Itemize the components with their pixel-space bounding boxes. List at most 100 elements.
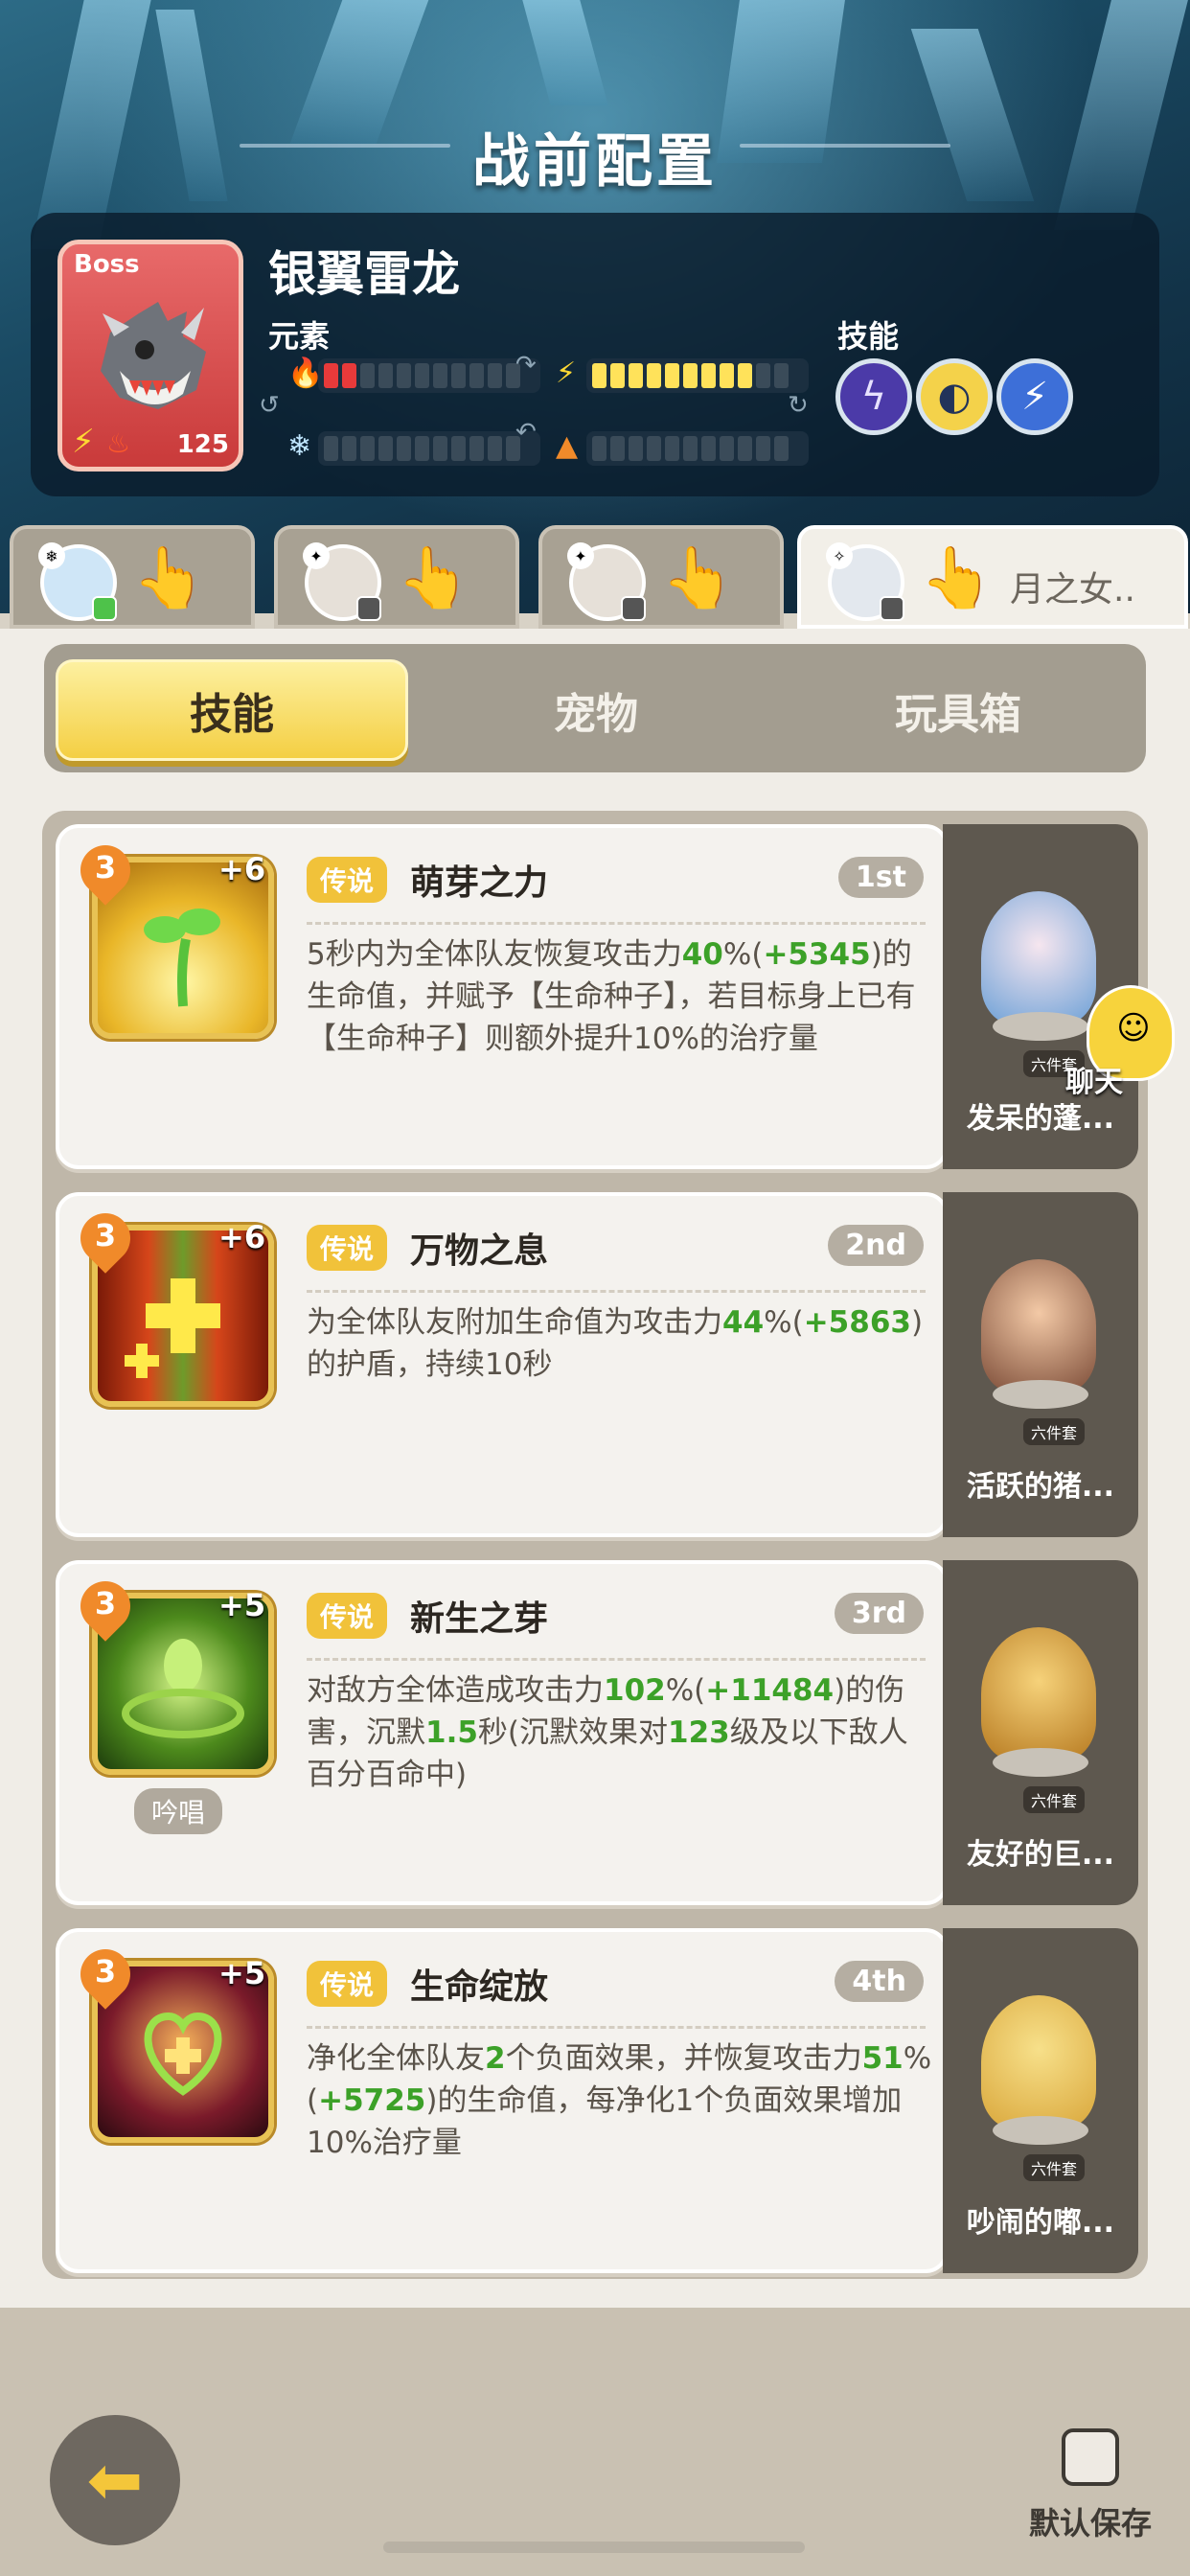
tap-hand-icon: 👆: [132, 542, 207, 612]
skill-description: 5秒内为全体队友恢复攻击力40%(+5345)的生命值，并赋予【生命种子】，若目…: [307, 933, 933, 1060]
divider: [307, 2026, 926, 2029]
element-segment: [378, 436, 393, 461]
element-segment: [342, 363, 356, 388]
fire-icon: ♨: [106, 427, 131, 459]
desc-text: 净化全体队友: [307, 2041, 485, 2076]
bottom-bar: [0, 2308, 1190, 2576]
chant-tag: 吟唱: [134, 1788, 223, 1834]
skill-card[interactable]: 3 +5 吟唱 传说 新生之芽 3rd 对敌方全体造成攻击力102%(+1148…: [56, 1560, 949, 1905]
desc-text: %(: [722, 937, 764, 972]
page-title: 战前配置: [472, 128, 718, 196]
tap-hand-icon: 👆: [397, 542, 471, 612]
element-segment: [433, 436, 447, 461]
lightning-element-bar: [586, 358, 809, 393]
element-segment: [683, 363, 698, 388]
skill-name: 萌芽之力: [410, 863, 549, 903]
robot-costume-icon: [981, 1627, 1096, 1761]
rarity-tag: 传说: [307, 1593, 388, 1639]
snowflake-icon: ❄: [287, 429, 312, 463]
boss-name: 银翼雷龙: [268, 246, 460, 302]
equipment-slot[interactable]: 六件套 活跃的猪...: [943, 1192, 1138, 1537]
pedestal: [993, 1748, 1088, 1777]
element-segment: [738, 363, 752, 388]
back-button[interactable]: ⬅: [50, 2415, 180, 2545]
equipment-slot[interactable]: 六件套 友好的巨...: [943, 1560, 1138, 1905]
rarity-tag: 传说: [307, 1225, 388, 1271]
element-segment: [378, 363, 393, 388]
element-segment: [433, 363, 447, 388]
hero-tab-2[interactable]: ✦ 👆: [274, 525, 519, 629]
earth-icon: ▲: [556, 429, 579, 463]
element-segment: [720, 436, 734, 461]
element-segment: [756, 436, 770, 461]
skill-card[interactable]: 3 +6 传说 萌芽之力 1st 5秒内为全体队友恢复攻击力40%(+5345)…: [56, 824, 949, 1169]
equipment-name: 发呆的蓬...: [966, 1102, 1115, 1136]
default-save-checkbox[interactable]: [1062, 2428, 1119, 2486]
desc-value: 51: [861, 2041, 904, 2076]
rarity-tag: 传说: [307, 857, 388, 903]
element-segment: [610, 363, 625, 388]
desc-value: +5863: [803, 1305, 911, 1340]
element-segment: [610, 436, 625, 461]
home-indicator: [383, 2542, 805, 2553]
element-segment: [701, 363, 716, 388]
cycle-arrow-icon: ↶: [515, 418, 537, 447]
fire-element-icon: ✦: [303, 542, 330, 569]
boss-panel: Boss ⚡ ♨ 125 银翼雷龙 元素 技能 🔥 ⚡ ❄ ▲ ↷ ↶ ↺ ↻ …: [31, 213, 1159, 496]
divider: [307, 1658, 926, 1661]
element-segment: [469, 436, 484, 461]
skill-card[interactable]: 3 +5 传说 生命绽放 4th 净化全体队友2个负面效果，并恢复攻击力51%(…: [56, 1928, 949, 2273]
slot-badge-icon: [356, 596, 381, 621]
skill-list: 3 +6 传说 萌芽之力 1st 5秒内为全体队友恢复攻击力40%(+5345)…: [42, 811, 1148, 2279]
hero-name: 月之女..: [1010, 570, 1135, 610]
storm-skill-icon[interactable]: ϟ: [835, 358, 912, 435]
equipment-name: 吵闹的嘟...: [966, 2206, 1115, 2240]
hero-avatar: ✦: [303, 542, 381, 621]
hero-tab-1[interactable]: ❄ 👆: [10, 525, 255, 629]
element-segment: [397, 363, 411, 388]
boss-card[interactable]: Boss ⚡ ♨ 125: [57, 240, 243, 472]
equipment-slot[interactable]: 六件套 吵闹的嘟...: [943, 1928, 1138, 2273]
desc-value: +5345: [763, 937, 871, 972]
skill-order-badge: 1st: [837, 857, 924, 898]
lightning-skill-icon[interactable]: ⚡: [996, 358, 1073, 435]
rank-number: 3: [94, 1217, 117, 1254]
element-segment: [488, 436, 502, 461]
skill-card[interactable]: 3 +6 传说 万物之息 2nd 为全体队友附加生命值为攻击力44%(+5863…: [56, 1192, 949, 1537]
set-badge: 六件套: [1023, 2154, 1086, 2181]
desc-value: 40: [681, 937, 723, 972]
dandelion-costume-icon: [981, 891, 1096, 1025]
rarity-tag: 传说: [307, 1961, 388, 2007]
tab-toybox[interactable]: 玩具箱: [782, 659, 1134, 761]
desc-text: 对敌方全体造成攻击力: [307, 1673, 604, 1708]
skill-order-badge: 3rd: [834, 1593, 924, 1634]
desc-value: 102: [604, 1673, 666, 1708]
boss-tag: Boss: [74, 250, 140, 279]
chat-label: 聊天: [1065, 1066, 1123, 1099]
tab-skills[interactable]: 技能: [56, 659, 408, 761]
desc-value: +11484: [705, 1673, 835, 1708]
dash-skill-icon[interactable]: ◐: [916, 358, 993, 435]
tab-pets[interactable]: 宠物: [420, 659, 772, 761]
hero-tab-4[interactable]: ✧ 👆 月之女..: [797, 525, 1188, 629]
cycle-arrow-icon: ↷: [515, 351, 537, 380]
skill-description: 对敌方全体造成攻击力102%(+11484)的伤害，沉默1.5秒(沉默效果对12…: [307, 1669, 933, 1796]
element-segment: [592, 363, 606, 388]
element-segment: [665, 436, 679, 461]
smiley-icon: ☺: [1116, 1009, 1151, 1047]
hero-tab-3[interactable]: ✦ 👆: [538, 525, 784, 629]
element-segment: [469, 363, 484, 388]
ice-element-icon: ❄: [38, 542, 65, 569]
chick-costume-icon: [981, 1995, 1096, 2129]
element-label: 元素: [268, 318, 331, 355]
element-segment: [324, 436, 338, 461]
default-save-label: 默认保存: [1029, 2505, 1153, 2542]
element-segment: [415, 436, 429, 461]
dragon-boss-icon: [101, 302, 206, 409]
pedestal: [993, 1380, 1088, 1409]
element-segment: [629, 436, 643, 461]
skill-description: 净化全体队友2个负面效果，并恢复攻击力51%(+5725)的生命值，每净化1个负…: [307, 2037, 933, 2164]
cycle-arrow-icon: ↻: [788, 391, 809, 420]
skill-plus-level: +6: [218, 851, 266, 887]
skill-plus-level: +5: [218, 1587, 266, 1623]
